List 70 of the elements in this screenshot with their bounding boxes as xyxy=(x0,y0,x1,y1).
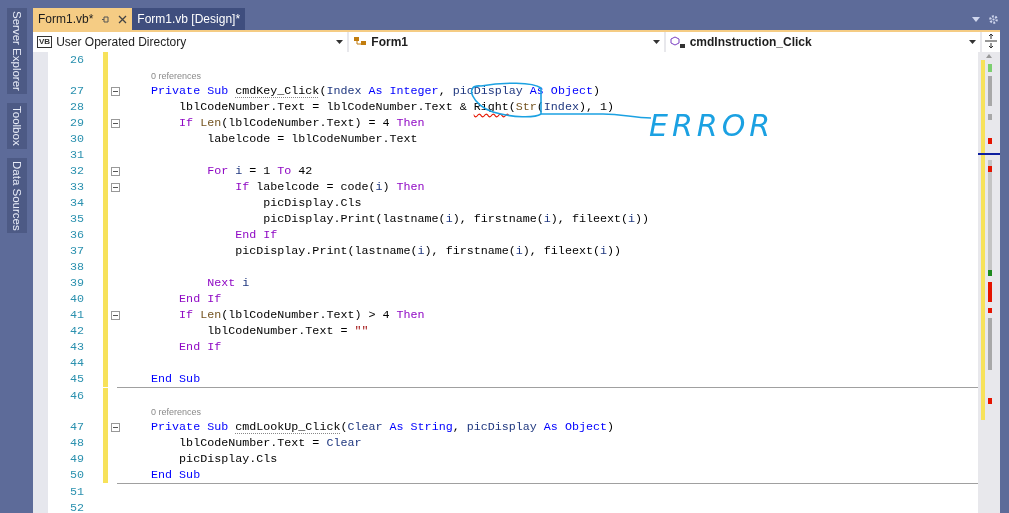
dropdown-arrow-icon xyxy=(652,40,660,44)
line-number: 31 xyxy=(68,148,84,162)
code-line: If Len(lblCodeNumber.Text) > 4 Then xyxy=(178,308,425,322)
line-number: 41 xyxy=(68,308,84,322)
code-line: picDisplay.Print(lastname(i), firstname(i), fileext(i)) xyxy=(262,212,650,226)
settings-icon[interactable] xyxy=(988,13,999,25)
line-number: 40 xyxy=(68,292,84,306)
code-line: picDisplay.Cls xyxy=(262,196,362,210)
line-number: 50 xyxy=(68,468,84,482)
line-number: 37 xyxy=(68,244,84,258)
dropdown-arrow-icon xyxy=(336,40,344,44)
line-number: 46 xyxy=(68,389,84,403)
code-line: Private Sub cmdLookUp_Click(Clear As String, picDisplay As Object) xyxy=(150,420,614,434)
references-hint[interactable]: 0 references xyxy=(123,70,202,81)
code-line: End If xyxy=(178,292,222,306)
dropdown-arrow-icon[interactable] xyxy=(972,16,980,22)
line-number: 43 xyxy=(68,340,84,354)
line-number: 39 xyxy=(68,276,84,290)
code-line: Next i xyxy=(206,276,250,290)
collapse-icon[interactable] xyxy=(111,86,120,96)
line-number: 45 xyxy=(68,372,84,386)
line-number: 29 xyxy=(68,116,84,130)
code-line: End If xyxy=(178,340,222,354)
code-line: End If xyxy=(234,228,278,242)
handwritten-note: ERROR xyxy=(649,108,775,143)
line-number: 42 xyxy=(68,324,84,338)
line-number: 38 xyxy=(68,260,84,274)
code-line: picDisplay.Print(lastname(i), firstname(i), fileext(i)) xyxy=(234,244,621,258)
line-number: 33 xyxy=(68,180,84,194)
split-window-icon[interactable] xyxy=(982,32,1000,50)
line-number: 49 xyxy=(68,452,84,466)
code-line: End Sub xyxy=(150,372,201,386)
side-panel-tab[interactable]: Toolbox xyxy=(6,102,27,149)
line-number: 36 xyxy=(68,228,84,242)
collapse-icon[interactable] xyxy=(111,166,120,176)
side-panel-tab[interactable]: Data Sources xyxy=(6,157,27,234)
line-number: 32 xyxy=(68,164,84,178)
vb-badge: VB xyxy=(37,36,53,48)
collapse-icon[interactable] xyxy=(111,182,120,192)
dropdown-arrow-icon xyxy=(969,40,976,44)
code-line: If Len(lblCodeNumber.Text) = 4 Then xyxy=(178,116,425,130)
method-lock-icon xyxy=(669,35,686,49)
code-line: If labelcode = code(i) Then xyxy=(234,180,425,194)
references-hint[interactable]: 0 references xyxy=(123,406,202,417)
collapse-icon[interactable] xyxy=(111,310,120,320)
line-number: 47 xyxy=(68,420,84,434)
code-line: lblCodeNumber.Text = Clear xyxy=(178,436,362,450)
code-line: For i = 1 To 42 xyxy=(206,164,313,178)
collapse-icon[interactable] xyxy=(111,422,120,432)
line-number: 34 xyxy=(68,196,84,210)
code-line: labelcode = lblCodeNumber.Text xyxy=(206,132,418,146)
line-number: 27 xyxy=(68,84,84,98)
line-number: 28 xyxy=(68,100,84,114)
line-number: 26 xyxy=(68,53,84,67)
document-tab[interactable]: Form1.vb* xyxy=(33,8,133,30)
class-icon xyxy=(353,36,368,48)
line-number: 52 xyxy=(68,501,84,513)
code-line: lblCodeNumber.Text = "" xyxy=(206,324,369,338)
pin-icon xyxy=(101,14,111,24)
code-line: picDisplay.Cls xyxy=(178,452,278,466)
collapse-icon[interactable] xyxy=(111,118,120,128)
line-number: 35 xyxy=(68,212,84,226)
line-number: 48 xyxy=(68,436,84,450)
line-number: 51 xyxy=(68,485,84,499)
line-number: 30 xyxy=(68,132,84,146)
close-icon xyxy=(118,14,128,24)
line-number: 44 xyxy=(68,356,84,370)
code-line: End Sub xyxy=(150,468,201,482)
document-tab[interactable]: Form1.vb [Design]* xyxy=(132,8,246,30)
side-panel-tab[interactable]: Server Explorer xyxy=(6,8,27,94)
